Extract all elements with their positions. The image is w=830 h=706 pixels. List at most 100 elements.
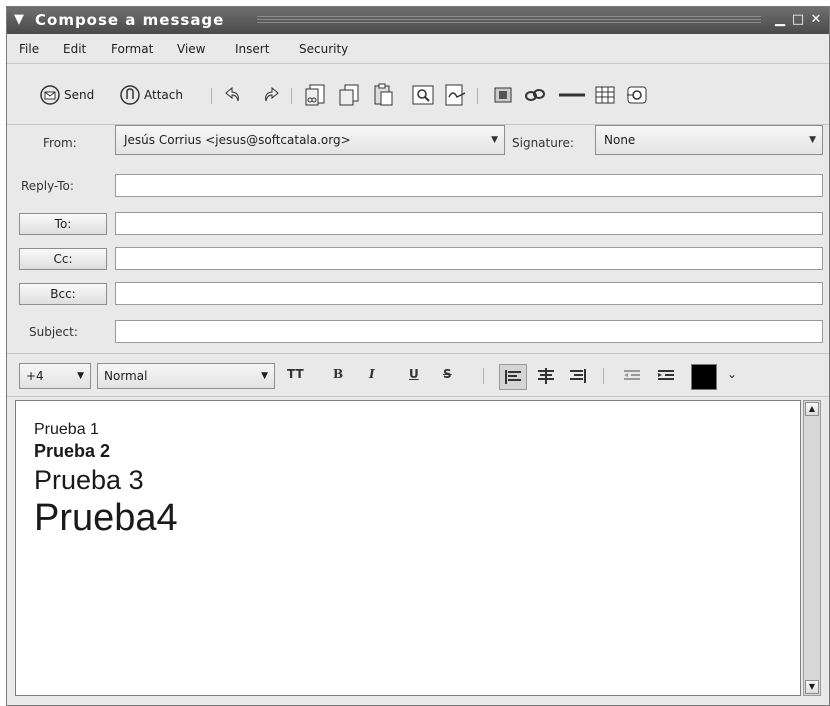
menu-view[interactable]: View: [177, 42, 205, 56]
attach-button[interactable]: Attach: [119, 82, 183, 108]
teletype-button[interactable]: TT: [287, 367, 304, 381]
copy-button[interactable]: [337, 82, 361, 108]
insert-line-button[interactable]: [557, 82, 587, 108]
find-button[interactable]: [411, 82, 435, 108]
title-bar[interactable]: ▼ Compose a message ▁ □ ✕: [7, 7, 829, 34]
from-label: From:: [43, 136, 77, 150]
signature-label: Signature:: [512, 136, 574, 150]
from-select[interactable]: Jesús Corrius <jesus@softcatala.org> ▼: [115, 125, 505, 155]
scroll-up-icon[interactable]: ▲: [805, 402, 819, 416]
attach-label: Attach: [144, 88, 183, 102]
outdent-icon: [624, 370, 640, 380]
redo-button[interactable]: [259, 82, 281, 108]
cut-icon: [305, 84, 325, 106]
outdent-button[interactable]: [619, 364, 647, 390]
title-stripes: [257, 16, 761, 25]
body-line-2: Prueba 2: [34, 441, 111, 461]
align-center-icon: [538, 368, 554, 384]
format-toolbar: +4 ▼ Normal ▼ TT B I U S ⌄: [7, 353, 829, 397]
chevron-down-icon: ▼: [809, 135, 816, 145]
indent-button[interactable]: [653, 364, 681, 390]
paragraph-style-value: Normal: [104, 369, 148, 383]
strikethrough-button[interactable]: S: [443, 367, 452, 381]
copy-icon: [339, 84, 359, 106]
align-right-button[interactable]: [565, 364, 593, 390]
align-left-button[interactable]: [499, 364, 527, 390]
align-center-button[interactable]: [533, 364, 561, 390]
font-size-select[interactable]: +4 ▼: [19, 363, 91, 389]
menu-edit[interactable]: Edit: [63, 42, 86, 56]
to-button[interactable]: To:: [19, 213, 107, 235]
italic-button[interactable]: I: [369, 367, 375, 381]
paperclip-icon: [120, 85, 140, 105]
message-body-editor[interactable]: Prueba 1 Prueba 2 Prueba 3 Prueba4: [15, 400, 801, 696]
undo-icon: [225, 86, 239, 102]
window-title: Compose a message: [35, 11, 225, 29]
chevron-down-icon[interactable]: ⌄: [727, 367, 737, 381]
subject-field[interactable]: [115, 320, 823, 343]
redo-icon: [265, 86, 279, 102]
paste-button[interactable]: [371, 82, 395, 108]
compose-window: ▼ Compose a message ▁ □ ✕ File Edit Form…: [6, 6, 830, 706]
close-icon[interactable]: ✕: [809, 13, 823, 27]
replyto-label: Reply-To:: [21, 179, 74, 193]
cut-button[interactable]: [303, 82, 327, 108]
scroll-down-icon[interactable]: ▼: [805, 680, 819, 694]
subject-label: Subject:: [29, 325, 78, 339]
underline-button[interactable]: U: [409, 367, 419, 381]
bcc-field[interactable]: [115, 282, 823, 305]
send-label: Send: [64, 88, 95, 102]
paragraph-style-select[interactable]: Normal ▼: [97, 363, 275, 389]
to-field[interactable]: [115, 212, 823, 235]
minimize-icon[interactable]: ▁: [773, 13, 787, 27]
image-icon: [494, 87, 512, 103]
body-line-4: Prueba4: [34, 497, 178, 539]
send-button[interactable]: Send: [39, 82, 94, 108]
cc-button[interactable]: Cc:: [19, 248, 107, 270]
chevron-down-icon: ▼: [77, 371, 84, 381]
insert-anchor-button[interactable]: [625, 82, 649, 108]
horizontal-line-icon: [559, 93, 585, 97]
toolbar-separator: [211, 88, 212, 104]
from-value: Jesús Corrius <jesus@softcatala.org>: [124, 133, 351, 147]
spellcheck-icon: [445, 84, 466, 106]
window-menu-icon[interactable]: ▼: [11, 12, 27, 28]
toolbar-separator: [477, 88, 478, 104]
send-icon: [40, 85, 60, 105]
link-icon: [525, 89, 545, 101]
menu-insert[interactable]: Insert: [235, 42, 269, 56]
table-icon: [595, 86, 615, 104]
chevron-down-icon: ▼: [261, 371, 268, 381]
find-icon: [412, 85, 434, 105]
bold-button[interactable]: B: [333, 367, 343, 381]
undo-button[interactable]: [223, 82, 245, 108]
spell-button[interactable]: [443, 82, 469, 108]
align-left-icon: [505, 370, 521, 384]
body-line-3: Prueba 3: [34, 465, 144, 495]
signature-select[interactable]: None ▼: [595, 125, 823, 155]
chevron-down-icon: ▼: [491, 135, 498, 145]
insert-image-button[interactable]: [491, 82, 515, 108]
toolbar-separator: [291, 88, 292, 104]
maximize-icon[interactable]: □: [791, 13, 805, 27]
cc-field[interactable]: [115, 247, 823, 270]
menu-bar: File Edit Format View Insert Security: [7, 35, 829, 64]
signature-value: None: [604, 133, 636, 147]
main-toolbar: Send Attach: [7, 64, 829, 125]
font-size-value: +4: [26, 369, 44, 383]
indent-icon: [658, 370, 674, 380]
vertical-scrollbar[interactable]: ▲ ▼: [803, 400, 821, 696]
insert-link-button[interactable]: [523, 82, 547, 108]
body-line-1: Prueba 1: [34, 421, 99, 438]
menu-file[interactable]: File: [19, 42, 39, 56]
toolbar-separator: [483, 368, 484, 384]
menu-security[interactable]: Security: [299, 42, 348, 56]
align-right-icon: [570, 369, 586, 383]
text-color-swatch[interactable]: [691, 364, 717, 390]
menu-format[interactable]: Format: [111, 42, 153, 56]
insert-table-button[interactable]: [593, 82, 617, 108]
paste-icon: [374, 83, 393, 106]
bcc-button[interactable]: Bcc:: [19, 283, 107, 305]
replyto-field[interactable]: [115, 174, 823, 197]
anchor-icon: [627, 86, 647, 104]
